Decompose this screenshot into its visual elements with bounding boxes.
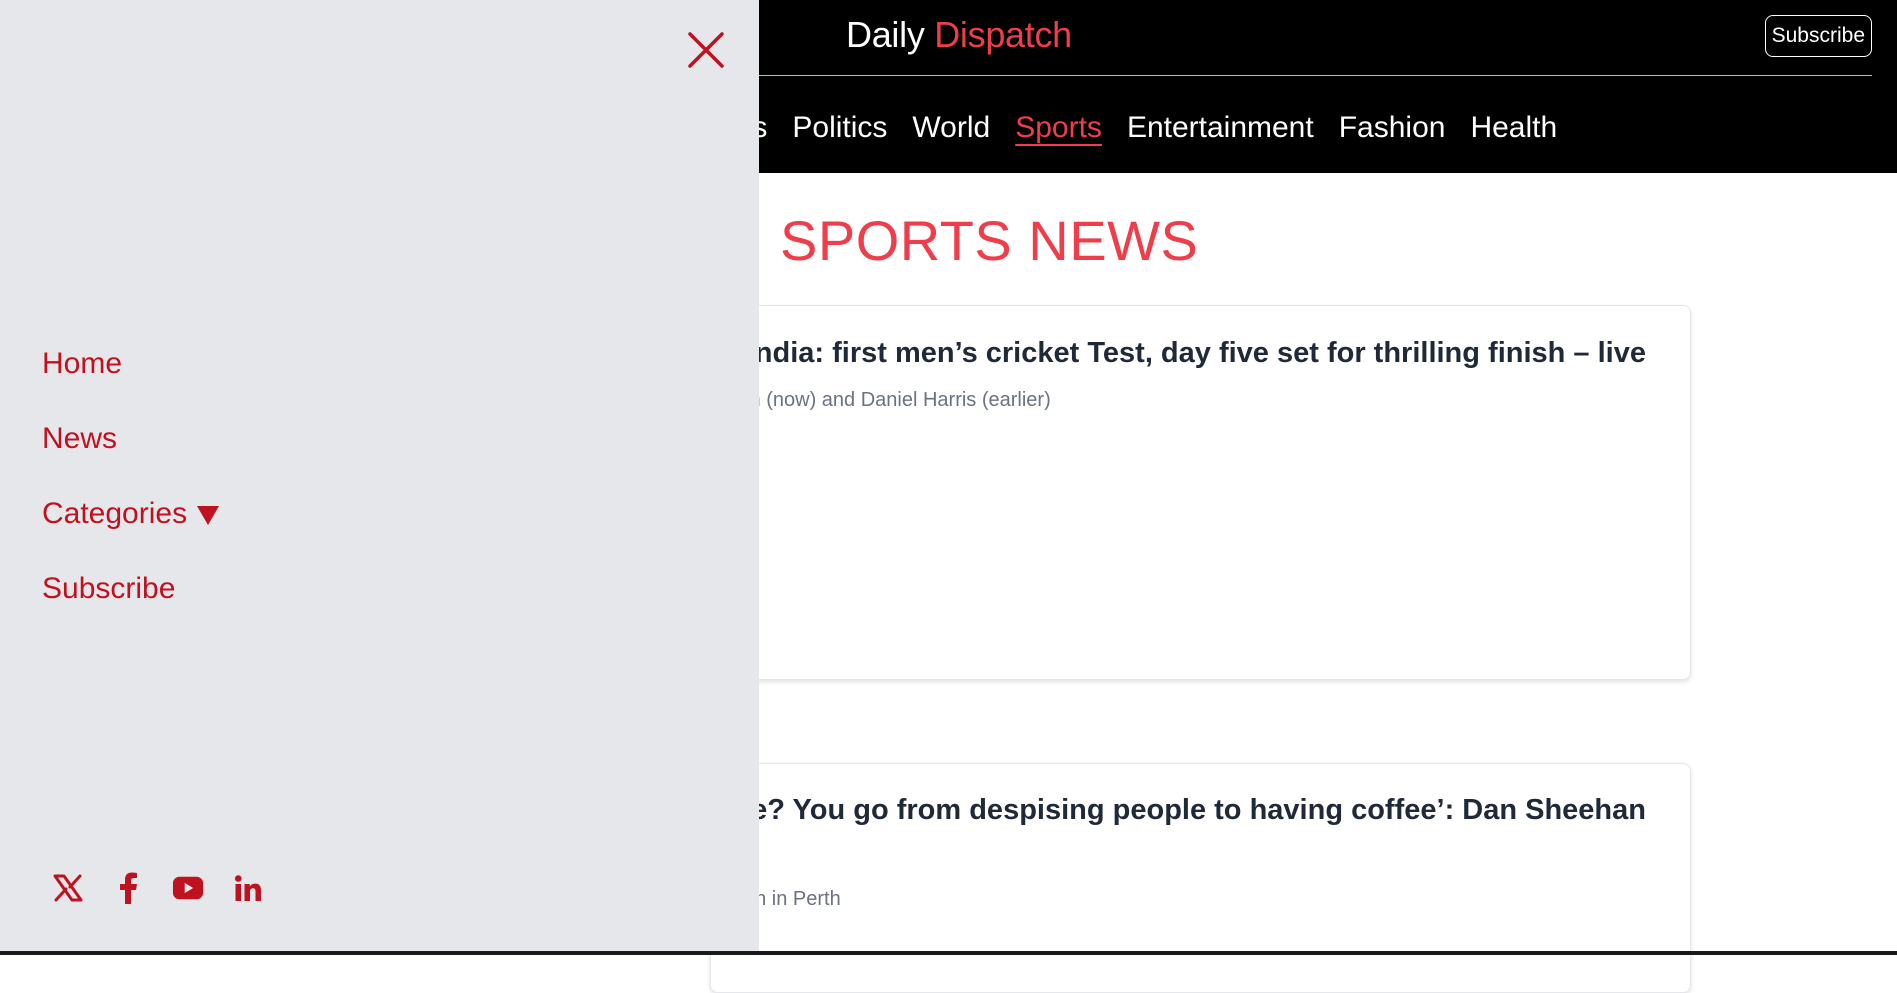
drawer-item-label: News xyxy=(42,417,117,461)
brand-accent: Dispatch xyxy=(934,14,1072,55)
drawer-item-home[interactable]: Home xyxy=(42,342,219,417)
side-drawer: Home News Categories Subscribe xyxy=(0,0,759,955)
nav-item-health[interactable]: Health xyxy=(1470,106,1557,150)
social-links xyxy=(52,872,264,904)
linkedin-icon[interactable] xyxy=(232,872,264,904)
page-title: SPORTS NEWS xyxy=(780,208,1198,273)
caret-down-icon xyxy=(197,506,219,525)
nav-item-entertainment[interactable]: Entertainment xyxy=(1127,106,1314,150)
nav-item-sports[interactable]: Sports xyxy=(1015,106,1102,150)
drawer-item-label: Subscribe xyxy=(42,567,175,611)
nav-item-fashion[interactable]: Fashion xyxy=(1339,106,1446,150)
article-card[interactable]: y India: first men’s cricket Test, day f… xyxy=(710,305,1691,680)
x-icon[interactable] xyxy=(52,872,84,904)
youtube-icon[interactable] xyxy=(172,872,204,904)
drawer-menu: Home News Categories Subscribe xyxy=(42,342,219,642)
drawer-item-label: Categories xyxy=(42,492,187,536)
facebook-icon[interactable] xyxy=(112,872,144,904)
drawer-item-news[interactable]: News xyxy=(42,417,219,492)
drawer-item-label: Home xyxy=(42,342,122,386)
drawer-item-categories[interactable]: Categories xyxy=(42,492,219,567)
nav-item-world[interactable]: World xyxy=(912,106,990,150)
category-nav: ness Politics World Sports Entertainment… xyxy=(704,106,1557,150)
site-logo[interactable]: Daily Dispatch xyxy=(846,14,1072,56)
article-title[interactable]: y India: first men’s cricket Test, day f… xyxy=(723,332,1646,374)
window-bottom-edge xyxy=(0,951,1897,955)
drawer-item-subscribe[interactable]: Subscribe xyxy=(42,567,219,642)
article-byline: m (now) and Daniel Harris (earlier) xyxy=(744,389,1051,412)
close-icon[interactable] xyxy=(686,30,726,70)
article-title-line: magic xyxy=(710,831,1646,873)
header-subscribe-button[interactable]: Subscribe xyxy=(1765,15,1872,57)
article-title[interactable]: ge? You go from despising people to havi… xyxy=(710,789,1646,873)
article-card[interactable]: ge? You go from despising people to havi… xyxy=(710,763,1691,993)
header-divider xyxy=(759,75,1872,76)
brand-primary: Daily xyxy=(846,14,925,55)
nav-item-politics[interactable]: Politics xyxy=(792,106,887,150)
article-title-line: ge? You go from despising people to havi… xyxy=(710,789,1646,831)
